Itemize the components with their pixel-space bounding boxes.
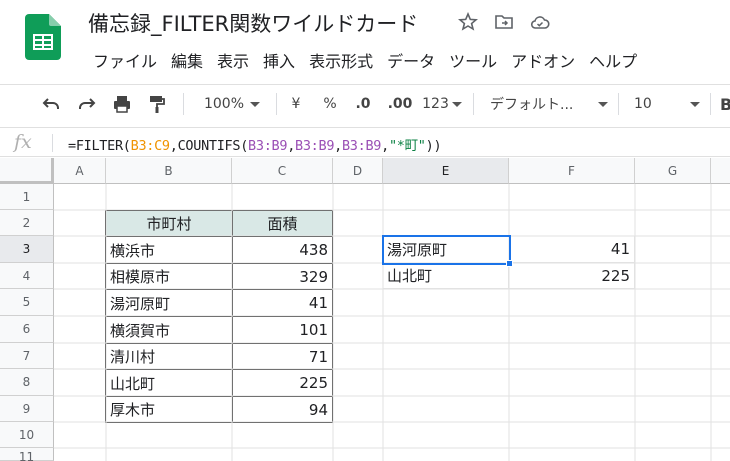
currency-format-button[interactable]: ¥ (286, 91, 306, 117)
table-cell-area[interactable]: 225 (232, 369, 333, 397)
menu-bar: ファイル 編集 表示 挿入 表示形式 データ ツール アドオン ヘルプ (86, 48, 644, 72)
formula-input[interactable]: =FILTER(B3:C9,COUNTIFS(B3:B9,B3:B9,B3:B9… (68, 134, 442, 154)
font-family-value: デフォルト... (490, 97, 574, 113)
table-cell-city[interactable]: 山北町 (105, 369, 233, 397)
star-icon[interactable] (457, 11, 479, 32)
table-cell-city[interactable]: 相模原市 (105, 263, 233, 290)
row-header-10[interactable]: 10 (0, 422, 54, 448)
toolbar: 100% ¥ % .0 .00 123 デフォルト... 10 B (0, 84, 730, 122)
column-header-d[interactable]: D (333, 158, 383, 184)
table-cell-city[interactable]: 厚木市 (105, 396, 233, 423)
chevron-down-icon (451, 101, 462, 107)
table-cell-area[interactable]: 71 (232, 343, 333, 370)
column-header-b[interactable]: B (106, 158, 232, 184)
paint-format-icon[interactable] (144, 91, 170, 117)
result-cell-city[interactable]: 山北町 (383, 263, 509, 289)
more-formats-select[interactable]: 123 (421, 91, 463, 117)
menu-help[interactable]: ヘルプ (582, 48, 644, 72)
bold-button[interactable]: B (720, 91, 730, 117)
menu-insert[interactable]: 挿入 (256, 48, 302, 72)
menu-format[interactable]: 表示形式 (302, 48, 380, 72)
table-header-area[interactable]: 面積 (232, 210, 333, 237)
table-cell-area[interactable]: 101 (232, 316, 333, 344)
font-size-value: 10 (634, 96, 652, 112)
table-cell-city[interactable]: 横須賀市 (105, 316, 233, 344)
table-cell-city[interactable]: 湯河原町 (105, 289, 233, 317)
menu-view[interactable]: 表示 (210, 48, 256, 72)
table-cell-area[interactable]: 329 (232, 263, 333, 290)
table-cell-area[interactable]: 94 (232, 396, 333, 423)
redo-icon[interactable] (74, 91, 100, 117)
table-cell-area[interactable]: 41 (232, 289, 333, 317)
row-header-4[interactable]: 4 (0, 263, 54, 289)
more-formats-label: 123 (422, 96, 449, 112)
row-header-2[interactable]: 2 (0, 210, 54, 236)
row-header-3[interactable]: 3 (0, 236, 54, 263)
row-header-7[interactable]: 7 (0, 343, 54, 369)
fx-icon: fx (14, 131, 32, 153)
column-header-f[interactable]: F (509, 158, 635, 184)
row-header-11[interactable]: 11 (0, 448, 54, 461)
chevron-down-icon (598, 101, 608, 107)
result-cell-area[interactable]: 41 (509, 236, 635, 263)
undo-icon[interactable] (38, 91, 64, 117)
menu-edit[interactable]: 編集 (164, 48, 210, 72)
table-header-city[interactable]: 市町村 (105, 210, 233, 237)
cloud-saved-icon[interactable] (530, 12, 550, 32)
menu-data[interactable]: データ (380, 48, 442, 72)
column-header-e[interactable]: E (383, 158, 509, 184)
menu-addons[interactable]: アドオン (504, 48, 582, 72)
font-family-select[interactable]: デフォルト... (490, 91, 608, 117)
menu-file[interactable]: ファイル (86, 48, 164, 72)
result-cell-city-selected[interactable]: 湯河原町 (382, 235, 511, 265)
column-header-h[interactable] (711, 158, 730, 184)
column-header-c[interactable]: C (232, 158, 333, 184)
row-header-8[interactable]: 8 (0, 369, 54, 396)
column-header-a[interactable]: A (54, 158, 106, 184)
font-size-select[interactable]: 10 (634, 91, 700, 117)
row-header-1[interactable]: 1 (0, 184, 54, 210)
row-header-6[interactable]: 6 (0, 316, 54, 343)
sheets-logo-icon[interactable] (25, 14, 61, 60)
document-title[interactable]: 備忘録_FILTER関数ワイルドカード (88, 8, 418, 38)
percent-format-button[interactable]: % (320, 91, 340, 117)
table-cell-area[interactable]: 438 (232, 236, 333, 264)
increase-decimal-button[interactable]: .00 (385, 91, 415, 117)
zoom-select[interactable]: 100% (196, 91, 268, 117)
menu-tools[interactable]: ツール (442, 48, 504, 72)
table-cell-city[interactable]: 横浜市 (105, 236, 233, 264)
zoom-value: 100% (203, 96, 245, 112)
row-header-5[interactable]: 5 (0, 289, 54, 316)
formula-bar: fx =FILTER(B3:C9,COUNTIFS(B3:B9,B3:B9,B3… (0, 127, 730, 157)
move-to-folder-icon[interactable] (494, 12, 514, 32)
chevron-down-icon (690, 101, 700, 107)
fill-handle[interactable] (506, 260, 513, 267)
column-header-g[interactable]: G (635, 158, 711, 184)
table-cell-city[interactable]: 清川村 (105, 343, 233, 370)
result-cell-area[interactable]: 225 (509, 263, 635, 289)
decrease-decimal-button[interactable]: .0 (350, 91, 376, 117)
print-icon[interactable] (109, 91, 135, 117)
select-all-corner[interactable] (0, 158, 54, 184)
row-header-9[interactable]: 9 (0, 396, 54, 422)
chevron-down-icon (250, 101, 261, 107)
